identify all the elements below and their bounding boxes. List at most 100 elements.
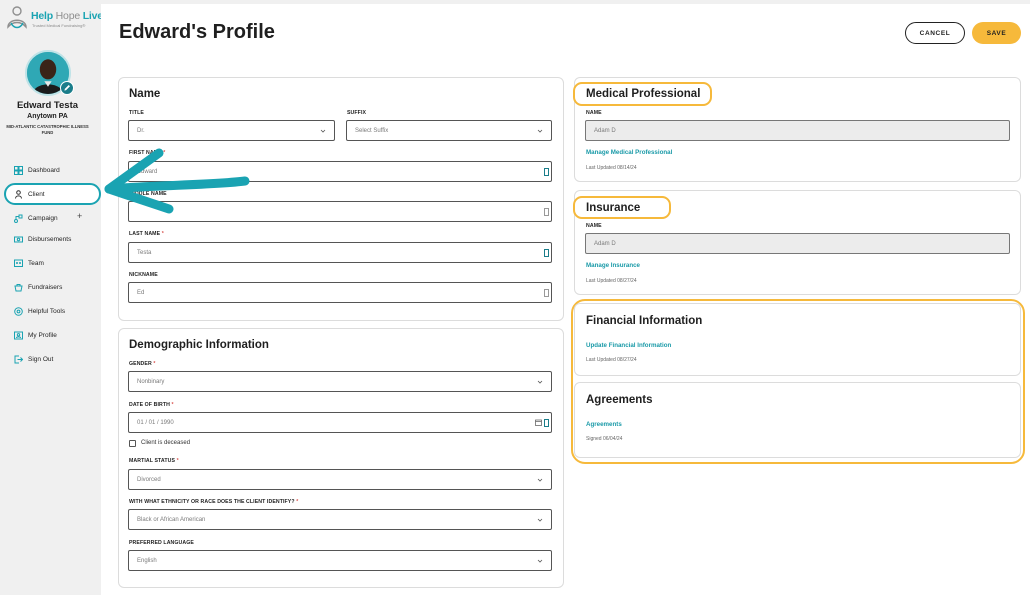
top-strip [101, 0, 1030, 4]
ethnicity-select[interactable]: Black or African American [128, 509, 552, 530]
chevron-down-icon [537, 379, 543, 385]
suffix-select[interactable]: Select Suffix [346, 120, 552, 141]
autofill-key-icon [544, 208, 549, 216]
sidebar-item-label: Client [28, 190, 45, 198]
fundraiser-icon [14, 283, 23, 292]
sidebar-item-label: Sign Out [28, 355, 54, 363]
sidebar-item-fundraisers[interactable]: Fundraisers [14, 280, 62, 294]
autofill-key-icon [544, 168, 549, 176]
sidebar-item-client[interactable]: Client [14, 187, 45, 201]
name-card-title: Name [129, 88, 161, 100]
chevron-down-icon [537, 517, 543, 523]
autofill-key-icon [544, 419, 549, 427]
gender-label: GENDER * [129, 361, 156, 367]
help-icon [14, 306, 23, 316]
suffix-label: SUFFIX [347, 110, 367, 116]
agreements-link[interactable]: Agreements [586, 421, 622, 428]
dob-field[interactable]: 01 / 01 / 1990 [128, 412, 552, 433]
sidebar-item-disbursements[interactable]: Disbursements [14, 232, 71, 246]
annotation-arrow [95, 145, 255, 215]
sidebar: Help Hope Live Trusted Medical Fundraisi… [0, 0, 103, 595]
title-label: TITLE [129, 110, 144, 116]
sidebar-item-my-profile[interactable]: My Profile [14, 328, 57, 342]
marital-status-value: Divorced [137, 476, 161, 483]
autofill-key-icon [544, 249, 549, 257]
manage-insurance-link[interactable]: Manage Insurance [586, 262, 640, 269]
brand-name: Help Hope Live [31, 10, 103, 22]
nickname-label: NICKNAME [129, 272, 158, 278]
marital-status-select[interactable]: Divorced [128, 469, 552, 490]
brand-tagline: Trusted Medical Fundraising® [32, 23, 86, 28]
deceased-checkbox[interactable] [129, 440, 136, 447]
nickname-field[interactable]: Ed [128, 282, 552, 303]
last-name-field[interactable]: Testa [128, 242, 552, 263]
sidebar-item-label: Disbursements [28, 235, 72, 243]
sidebar-item-team[interactable]: Team [14, 256, 44, 270]
ethnicity-value: Black or African American [137, 516, 206, 523]
dob-value: 01 / 01 / 1990 [137, 419, 174, 426]
agreements-signed-date: Signed 06/04/24 [586, 436, 623, 442]
manage-medical-professional-link[interactable]: Manage Medical Professional [586, 149, 672, 156]
chevron-down-icon [537, 128, 543, 134]
sidebar-item-dashboard[interactable]: Dashboard [14, 163, 60, 177]
sign-out-icon [14, 355, 23, 364]
user-fund: MID-ATLANTIC CATASTROPHIC ILLNESS FUND [6, 124, 89, 135]
chevron-down-icon [537, 477, 543, 483]
user-name: Edward Testa [16, 100, 79, 111]
insurance-name-label: NAME [586, 223, 602, 229]
financial-card-title: Financial Information [586, 315, 703, 327]
save-button[interactable]: SAVE [972, 22, 1021, 44]
title-value: Dr. [137, 127, 145, 134]
medical-card-title: Medical Professional [586, 88, 701, 100]
calendar-icon[interactable] [535, 419, 542, 426]
deceased-label: Client is deceased [141, 440, 191, 446]
insurance-name-value: Adam D [594, 240, 616, 247]
user-icon [14, 189, 23, 199]
insurance-name-field: Adam D [585, 233, 1010, 254]
sidebar-item-sign-out[interactable]: Sign Out [14, 352, 53, 366]
money-icon [14, 235, 23, 244]
sidebar-item-label: Helpful Tools [28, 307, 66, 315]
financial-last-updated: Last Updated 08/27/24 [586, 357, 637, 363]
last-name-value: Testa [137, 249, 152, 256]
team-icon [14, 259, 23, 268]
sidebar-item-label: Fundraisers [28, 283, 63, 291]
last-name-label: LAST NAME * [129, 231, 164, 237]
sidebar-item-helpful-tools[interactable]: Helpful Tools [14, 304, 65, 318]
title-select[interactable]: Dr. [128, 120, 335, 141]
profile-icon [14, 331, 23, 340]
dashboard-icon [14, 165, 23, 175]
sidebar-item-label: Team [28, 259, 44, 267]
edit-avatar-icon[interactable] [60, 81, 74, 95]
sidebar-item-label: Campaign [28, 214, 58, 222]
insurance-last-updated: Last Updated 08/27/24 [586, 278, 637, 284]
ethnicity-label: WITH WHAT ETHNICITY OR RACE DOES THE CLI… [129, 499, 299, 505]
campaign-icon [14, 214, 23, 223]
agreements-card-title: Agreements [586, 394, 653, 406]
financial-card [574, 303, 1021, 376]
suffix-placeholder: Select Suffix [355, 127, 389, 134]
medical-last-updated: Last Updated 08/14/24 [586, 165, 637, 171]
demographic-card-title: Demographic Information [129, 339, 269, 351]
dob-label: DATE OF BIRTH * [129, 402, 174, 408]
language-select[interactable]: English [128, 550, 552, 571]
chevron-down-icon [537, 558, 543, 564]
insurance-card-title: Insurance [586, 202, 641, 214]
language-value: English [137, 557, 157, 564]
medical-name-label: NAME [586, 110, 602, 116]
sidebar-item-campaign[interactable]: Campaign [14, 211, 58, 225]
page-title: Edward's Profile [119, 21, 275, 43]
update-financial-information-link[interactable]: Update Financial Information [586, 342, 671, 349]
brand-logo[interactable]: Help Hope Live Trusted Medical Fundraisi… [5, 5, 103, 35]
user-location: Anytown PA [27, 113, 68, 120]
marital-status-label: MARTIAL STATUS * [129, 458, 179, 464]
campaign-expand-button[interactable]: + [77, 211, 82, 221]
logo-mark-icon [5, 5, 29, 31]
cancel-button[interactable]: CANCEL [905, 22, 965, 44]
chevron-down-icon [320, 128, 326, 134]
gender-value: Nonbinary [137, 378, 165, 385]
medical-name-field: Adam D [585, 120, 1010, 141]
medical-name-value: Adam D [594, 127, 616, 134]
gender-select[interactable]: Nonbinary [128, 371, 552, 392]
sidebar-item-label: My Profile [28, 331, 57, 339]
